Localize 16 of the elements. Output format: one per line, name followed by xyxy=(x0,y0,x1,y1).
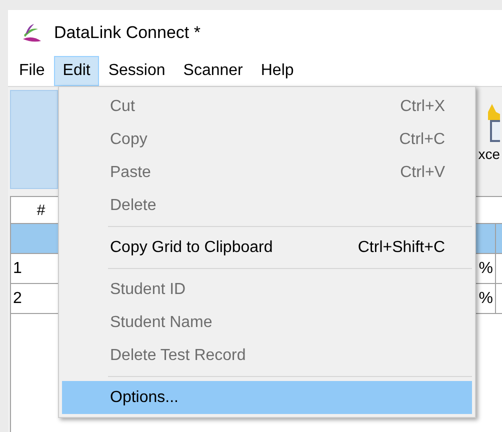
table-cell-text: 1 xyxy=(13,258,22,278)
toolbar-button[interactable]: xce xyxy=(474,90,500,189)
menu-item[interactable]: Options... xyxy=(62,381,472,414)
menu-item[interactable]: Copy Grid to Clipboard Ctrl+Shift+C xyxy=(62,231,472,264)
menu-bar-item[interactable]: File xyxy=(10,56,54,86)
table-cell-text: % xyxy=(478,258,493,278)
menu-bar-item[interactable]: Help xyxy=(252,56,303,86)
window-title: DataLink Connect * xyxy=(54,22,200,44)
menu-bar-item[interactable]: Scanner xyxy=(174,56,252,86)
toolbar-label: xce xyxy=(478,145,500,164)
column-header: # xyxy=(36,201,46,221)
menu-bar-item[interactable]: Edit xyxy=(54,56,100,86)
toolbar-button[interactable] xyxy=(10,90,58,189)
menu-bar-item[interactable]: Session xyxy=(99,56,174,86)
table-cell-text: % xyxy=(478,288,493,308)
table-cell-text: 2 xyxy=(13,288,22,308)
